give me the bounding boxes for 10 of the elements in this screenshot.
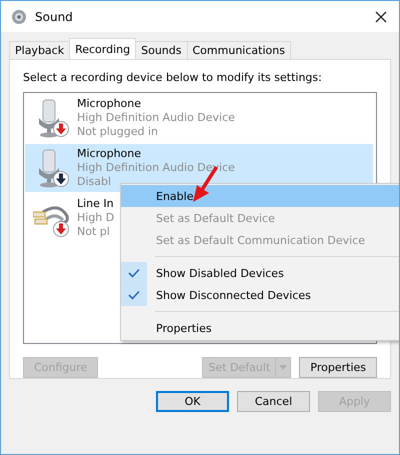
device-name: Microphone bbox=[77, 147, 142, 161]
device-status: Disabl bbox=[77, 175, 112, 189]
device-status: Not plugged in bbox=[77, 125, 160, 139]
instruction-text: Select a recording device below to modify its settings: bbox=[23, 71, 323, 84]
device-description: High D bbox=[77, 211, 114, 225]
device-name: Microphone bbox=[77, 97, 142, 111]
window-title: Sound bbox=[35, 10, 74, 24]
device-status: Not pl bbox=[77, 225, 111, 239]
device-name: Line In bbox=[77, 197, 114, 211]
device-description: High Definition Audio Device bbox=[77, 111, 235, 125]
